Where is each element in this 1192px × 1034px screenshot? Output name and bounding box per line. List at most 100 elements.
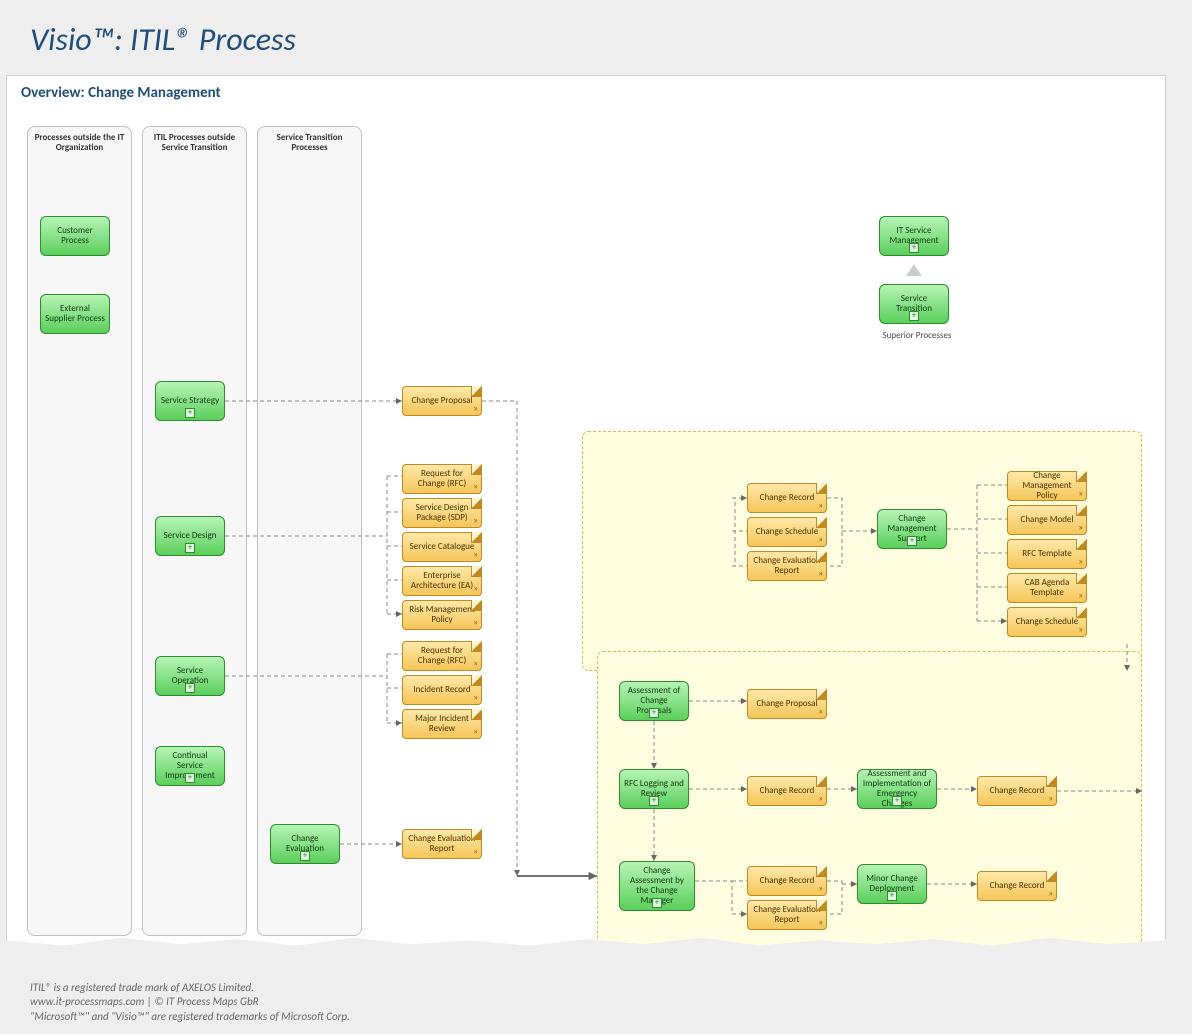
process-assess-emergency-changes[interactable]: Assessment and Implementation of Emergen… bbox=[857, 769, 937, 809]
expand-icon[interactable]: + bbox=[649, 796, 659, 806]
page-title: Visio™: ITIL® Process bbox=[30, 20, 296, 59]
label: Service Catalogue bbox=[410, 542, 475, 552]
doc-change-proposal[interactable]: Change Proposal» bbox=[402, 386, 482, 416]
expand-icon[interactable]: + bbox=[649, 708, 659, 718]
doc-change-record-4[interactable]: Change Record» bbox=[747, 866, 827, 896]
label: Risk Management Policy bbox=[407, 605, 477, 625]
footer-line-1: ITIL® is a registered trade mark of AXEL… bbox=[30, 981, 350, 995]
chevron-icon: » bbox=[473, 516, 478, 526]
chevron-icon: » bbox=[1078, 489, 1083, 499]
label: External Supplier Process bbox=[45, 304, 105, 324]
process-minor-change-deployment[interactable]: Minor Change Deployment+ bbox=[857, 864, 927, 904]
chevron-icon: » bbox=[473, 693, 478, 703]
doc-major-incident-review[interactable]: Major Incident Review» bbox=[402, 709, 482, 739]
doc-change-eval-report[interactable]: Change Evaluation Report» bbox=[402, 829, 482, 859]
label: Change Evaluation Report bbox=[752, 556, 822, 576]
overview-title: Overview: Change Management bbox=[21, 84, 221, 102]
label: Change Record bbox=[990, 881, 1045, 891]
expand-icon[interactable]: + bbox=[185, 683, 195, 693]
label: Request for Change (RFC) bbox=[407, 646, 477, 666]
doc-change-mgmt-policy[interactable]: Change Management Policy» bbox=[1007, 471, 1087, 501]
process-assess-change-proposals[interactable]: Assessment of Change Proposals+ bbox=[619, 681, 689, 721]
label: Change Schedule bbox=[756, 527, 818, 537]
doc-change-proposal-2[interactable]: Change Proposal» bbox=[747, 689, 827, 719]
doc-enterprise-architecture[interactable]: Enterprise Architecture (EA)» bbox=[402, 566, 482, 596]
process-service-transition[interactable]: Service Transition+ bbox=[879, 284, 949, 324]
footer-line-3: "Microsoft™" and "Visio™" are registered… bbox=[30, 1010, 350, 1024]
doc-incident-record[interactable]: Incident Record» bbox=[402, 675, 482, 705]
process-service-strategy[interactable]: Service Strategy+ bbox=[155, 381, 225, 421]
diagram-canvas: Overview: Change Management Processes ou… bbox=[6, 75, 1166, 955]
footer-line-2: www.it-processmaps.com | © IT Process Ma… bbox=[30, 995, 350, 1009]
torn-edge-right bbox=[1162, 75, 1192, 955]
label: Change Record bbox=[760, 786, 815, 796]
label: Change Record bbox=[760, 876, 815, 886]
chevron-icon: » bbox=[1048, 794, 1053, 804]
label: Change Schedule bbox=[1016, 617, 1078, 627]
chevron-icon: » bbox=[818, 535, 823, 545]
doc-sdp[interactable]: Service Design Package (SDP)» bbox=[402, 498, 482, 528]
doc-risk-mgmt-policy[interactable]: Risk Management Policy» bbox=[402, 600, 482, 630]
process-service-operation[interactable]: Service Operation+ bbox=[155, 656, 225, 696]
chevron-icon: » bbox=[1078, 591, 1083, 601]
doc-change-model[interactable]: Change Model » bbox=[1007, 505, 1087, 535]
chevron-icon: » bbox=[473, 584, 478, 594]
expand-icon[interactable]: + bbox=[300, 851, 310, 861]
label: Enterprise Architecture (EA) bbox=[407, 571, 477, 591]
chevron-icon: » bbox=[1048, 889, 1053, 899]
doc-service-catalogue[interactable]: Service Catalogue» bbox=[402, 532, 482, 562]
doc-change-eval-report-cms-in[interactable]: Change Evaluation Report» bbox=[747, 551, 827, 581]
doc-cab-agenda-template[interactable]: CAB Agenda Template» bbox=[1007, 573, 1087, 603]
process-change-assessment-by-mgr[interactable]: Change Assessment by the Change Manager+ bbox=[619, 861, 695, 911]
expand-icon[interactable]: + bbox=[909, 243, 919, 253]
doc-rfc-2[interactable]: Request for Change (RFC)» bbox=[402, 641, 482, 671]
doc-change-schedule-cms-in[interactable]: Change Schedule» bbox=[747, 517, 827, 547]
doc-rfc[interactable]: Request for Change (RFC)» bbox=[402, 464, 482, 494]
doc-change-eval-report-2[interactable]: Change Evaluation Report» bbox=[747, 900, 827, 930]
expand-icon[interactable]: + bbox=[887, 891, 897, 901]
label: Change Model bbox=[1021, 515, 1074, 525]
expand-icon[interactable]: + bbox=[907, 536, 917, 546]
label: Change Record bbox=[990, 786, 1045, 796]
lane-header: ITIL Processes outside Service Transitio… bbox=[143, 127, 246, 159]
doc-change-record-5[interactable]: Change Record» bbox=[977, 871, 1057, 901]
doc-change-record-cms-in[interactable]: Change Record» bbox=[747, 483, 827, 513]
chevron-icon: » bbox=[818, 707, 823, 717]
label: Major Incident Review bbox=[407, 714, 477, 734]
chevron-icon: » bbox=[1078, 523, 1083, 533]
expand-icon[interactable]: + bbox=[185, 408, 195, 418]
label: Customer Process bbox=[45, 226, 105, 246]
label: Service Design Package (SDP) bbox=[407, 503, 477, 523]
lane-header: Service Transition Processes bbox=[258, 127, 361, 159]
chevron-icon: » bbox=[473, 727, 478, 737]
doc-change-record-3[interactable]: Change Record» bbox=[977, 776, 1057, 806]
label: Change Proposal bbox=[411, 396, 472, 406]
doc-rfc-template[interactable]: RFC Template » bbox=[1007, 539, 1087, 569]
expand-icon[interactable]: + bbox=[185, 543, 195, 553]
chevron-icon: » bbox=[473, 550, 478, 560]
process-change-mgmt-support[interactable]: Change Management Support+ bbox=[877, 509, 947, 549]
doc-change-record-2[interactable]: Change Record» bbox=[747, 776, 827, 806]
expand-icon[interactable]: + bbox=[652, 898, 662, 908]
process-it-service-management[interactable]: IT Service Management+ bbox=[879, 216, 949, 256]
label: CAB Agenda Template bbox=[1012, 578, 1082, 598]
chevron-icon: » bbox=[818, 501, 823, 511]
chevron-icon: » bbox=[1078, 557, 1083, 567]
process-service-design[interactable]: Service Design+ bbox=[155, 516, 225, 556]
process-rfc-logging-review[interactable]: RFC Logging and Review+ bbox=[619, 769, 689, 809]
chevron-icon: » bbox=[473, 659, 478, 669]
expand-icon[interactable]: + bbox=[909, 311, 919, 321]
process-customer[interactable]: Customer Process bbox=[40, 216, 110, 256]
label: Change Management Policy bbox=[1012, 471, 1082, 501]
process-csi[interactable]: Continual Service Improvement+ bbox=[155, 746, 225, 786]
process-external-supplier[interactable]: External Supplier Process bbox=[40, 294, 110, 334]
doc-change-schedule-out[interactable]: Change Schedule» bbox=[1007, 607, 1087, 637]
chevron-icon: » bbox=[818, 918, 823, 928]
process-change-evaluation[interactable]: Change Evaluation+ bbox=[270, 824, 340, 864]
label: Change Evaluation Report bbox=[407, 834, 477, 854]
label: RFC Template bbox=[1022, 549, 1071, 559]
chevron-icon: » bbox=[818, 569, 823, 579]
chevron-icon: » bbox=[473, 482, 478, 492]
expand-icon[interactable]: + bbox=[892, 796, 902, 806]
expand-icon[interactable]: + bbox=[185, 773, 195, 783]
